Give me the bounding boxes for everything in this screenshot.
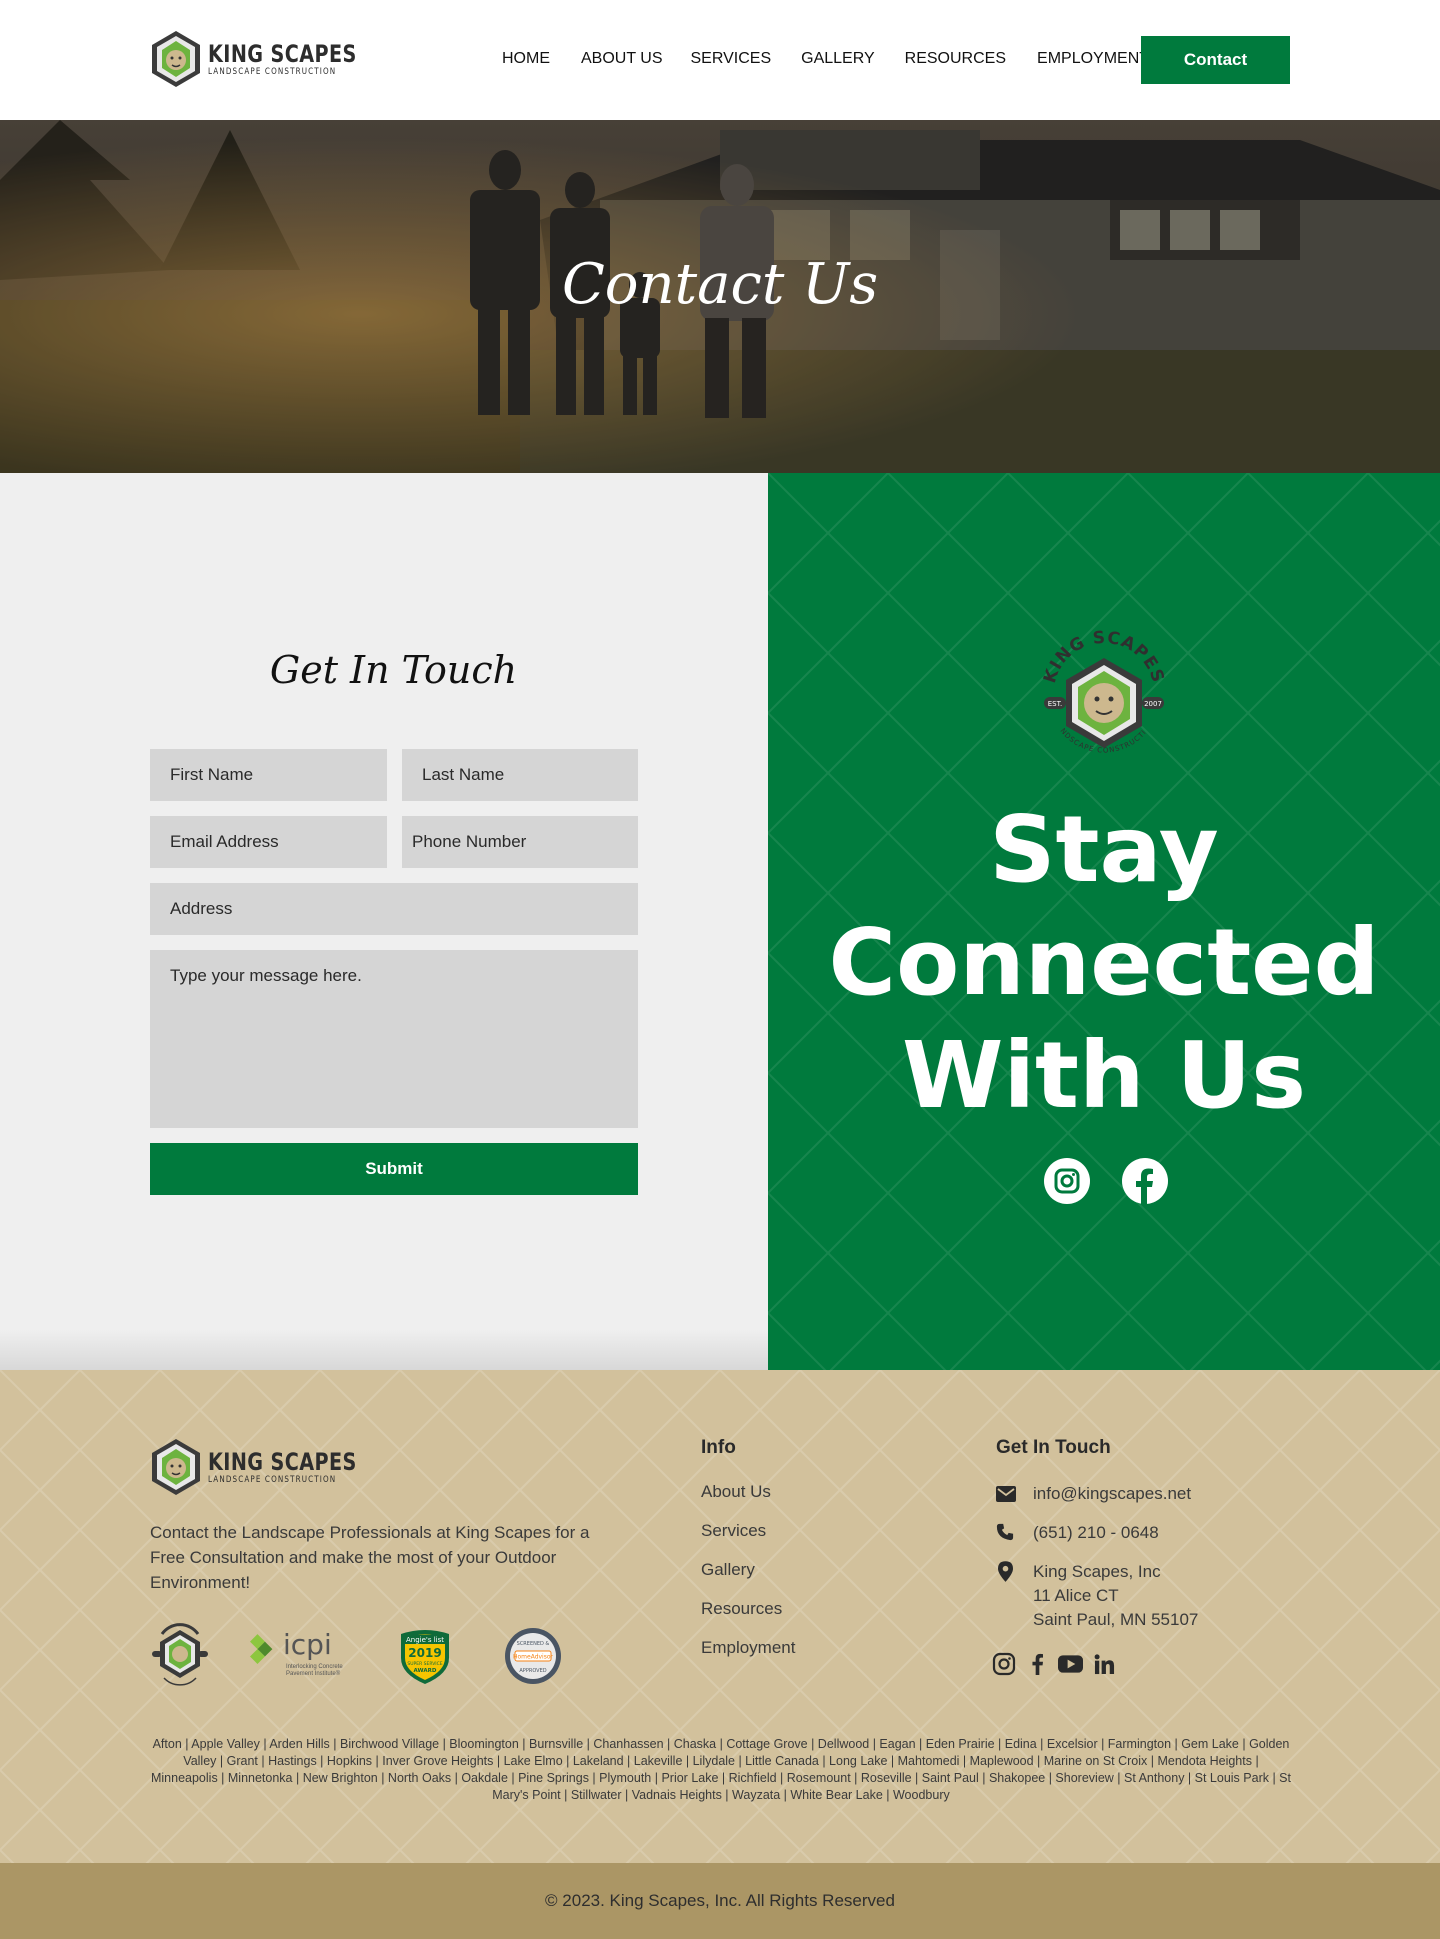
copyright-bar: © 2023. King Scapes, Inc. All Rights Res…	[0, 1863, 1440, 1939]
address-input[interactable]: Address	[150, 883, 638, 935]
facebook-icon[interactable]	[1031, 1653, 1044, 1675]
footer-link-employment[interactable]: Employment	[701, 1638, 795, 1658]
contact-button[interactable]: Contact	[1141, 36, 1290, 84]
stay-line-2: Connected	[828, 909, 1380, 1016]
phone-icon	[996, 1523, 1014, 1541]
contact-form-section: Get In Touch First Name Last Name Email …	[0, 473, 768, 1370]
main-nav: HOME ABOUT US SERVICES GALLERY RESOURCES…	[502, 50, 1149, 68]
icpi-name: icpi	[283, 1628, 332, 1661]
form-heading: Get In Touch	[269, 648, 518, 692]
location-pin-icon	[998, 1561, 1013, 1582]
angie-bottom-text: AWARD	[414, 1668, 437, 1674]
address-line-3: Saint Paul, MN 55107	[1033, 1610, 1199, 1629]
youtube-icon[interactable]	[1058, 1655, 1083, 1673]
nav-about-us[interactable]: ABOUT US	[581, 50, 663, 68]
icpi-sub-line-1: Interlocking Concrete	[286, 1664, 343, 1670]
instagram-icon[interactable]	[1044, 1158, 1090, 1204]
homeadvisor-bottom-text: APPROVED	[519, 1668, 546, 1674]
footer-link-resources[interactable]: Resources	[701, 1599, 782, 1619]
stay-line-1: Stay	[989, 796, 1219, 903]
angie-top-text: Angie's list	[406, 1636, 444, 1644]
footer-logo[interactable]: KING SCAPES LANDSCAPE CONSTRUCTION	[150, 1438, 394, 1496]
homeadvisor-approved-icon: HomeAdvisor SCREENED & APPROVED	[505, 1628, 561, 1684]
address-line-1: King Scapes, Inc	[1033, 1562, 1161, 1581]
nav-gallery[interactable]: GALLERY	[801, 50, 875, 68]
site-header: KING SCAPES LANDSCAPE CONSTRUCTION HOME …	[0, 0, 1440, 120]
facebook-icon[interactable]	[1122, 1158, 1168, 1204]
footer-touch-heading: Get In Touch	[996, 1437, 1111, 1458]
footer-phone-link[interactable]: (651) 210 - 0648	[1033, 1521, 1159, 1545]
stay-connected-panel: KING SCAPES EST. 2007 LANDSCAPE CONSTRUC…	[768, 473, 1440, 1370]
mail-icon	[996, 1486, 1016, 1502]
email-input[interactable]: Email Address	[150, 816, 387, 868]
service-areas: Afton | Apple Valley | Arden Hills | Bir…	[150, 1737, 1291, 1802]
icpi-sub-line-2: Pavement Institute®	[286, 1671, 341, 1677]
homeadvisor-name-text: HomeAdvisor	[513, 1654, 554, 1661]
last-name-input[interactable]: Last Name	[402, 749, 638, 801]
icpi-badge: icpi Interlocking Concrete Pavement Inst…	[250, 1628, 360, 1680]
footer-address: King Scapes, Inc 11 Alice CT Saint Paul,…	[1033, 1560, 1198, 1632]
brand-tagline: LANDSCAPE CONSTRUCTION	[208, 66, 337, 77]
first-name-input[interactable]: First Name	[150, 749, 387, 801]
icpi-logo-icon	[250, 1634, 273, 1664]
hero-banner: Contact Us	[0, 120, 1440, 473]
nav-resources[interactable]: RESOURCES	[905, 50, 1006, 68]
site-logo[interactable]: KING SCAPES LANDSCAPE CONSTRUCTION	[150, 30, 394, 88]
angies-list-award-icon: Angie's list 2019 SUPER SERVICE AWARD	[401, 1630, 449, 1684]
badge-est-text: EST.	[1048, 700, 1063, 708]
nav-services[interactable]: SERVICES	[691, 50, 772, 68]
submit-button[interactable]: Submit	[150, 1143, 638, 1195]
stay-line-3: With Us	[902, 1022, 1306, 1129]
king-scapes-small-badge-icon	[152, 1623, 208, 1686]
homeadvisor-top-text: SCREENED &	[517, 1641, 550, 1647]
lion-logo-icon	[152, 1439, 200, 1495]
footer-brand-tagline: LANDSCAPE CONSTRUCTION	[208, 1474, 337, 1485]
brand-name: KING SCAPES	[208, 39, 357, 68]
nav-employment[interactable]: EMPLOYMENT	[1037, 50, 1149, 68]
angie-mid-text: SUPER SERVICE	[407, 1661, 442, 1667]
copyright-text: © 2023. King Scapes, Inc. All Rights Res…	[545, 1891, 895, 1910]
footer-link-gallery[interactable]: Gallery	[701, 1560, 755, 1580]
linkedin-icon[interactable]	[1094, 1654, 1115, 1675]
badge-year-text: 2007	[1144, 700, 1162, 708]
footer-brand-name: KING SCAPES	[208, 1447, 357, 1476]
lion-logo-icon	[152, 31, 200, 87]
footer-link-services[interactable]: Services	[701, 1521, 766, 1541]
king-scapes-badge-icon: KING SCAPES EST. 2007 LANDSCAPE CONSTRUC…	[1024, 623, 1167, 755]
stay-connected-heading: Stay Connected With Us	[768, 793, 1440, 1132]
message-textarea[interactable]: Type your message here.	[150, 950, 638, 1128]
info-heading: Info	[701, 1437, 736, 1458]
phone-input[interactable]: Phone Number	[402, 816, 638, 868]
site-footer: KING SCAPES LANDSCAPE CONSTRUCTION Conta…	[0, 1370, 1440, 1863]
footer-link-about-us[interactable]: About Us	[701, 1482, 771, 1502]
footer-description: Contact the Landscape Professionals at K…	[150, 1523, 590, 1592]
nav-home[interactable]: HOME	[502, 50, 550, 68]
hero-title: Contact Us	[561, 252, 879, 317]
angie-year-text: 2019	[408, 1646, 441, 1660]
instagram-icon[interactable]	[992, 1652, 1016, 1676]
footer-email-link[interactable]: info@kingscapes.net	[1033, 1482, 1191, 1506]
address-line-2: 11 Alice CT	[1033, 1586, 1119, 1605]
